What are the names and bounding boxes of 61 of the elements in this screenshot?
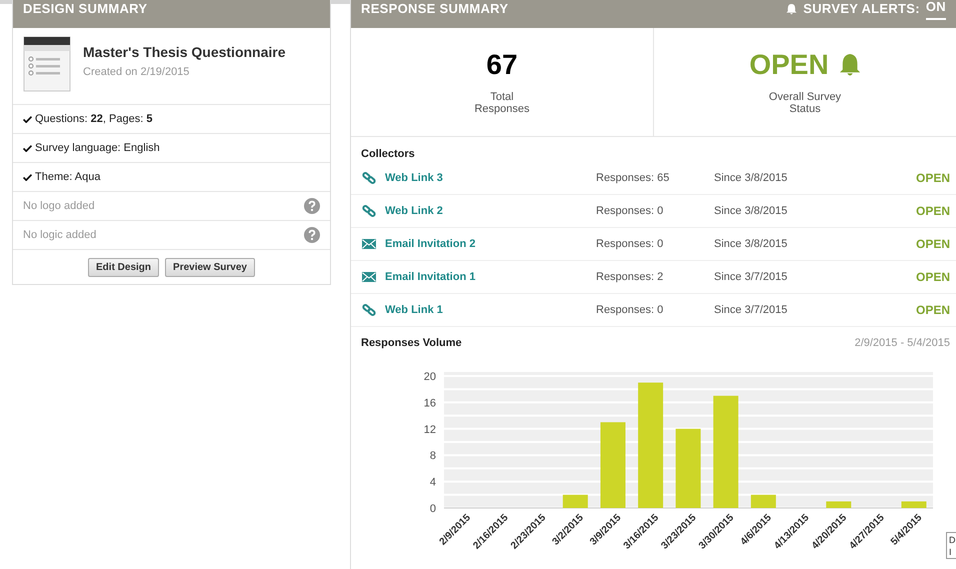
design-item-text: No logic added (23, 229, 96, 241)
axis-tick-label: 8 (430, 450, 436, 462)
tooltip-text: I (949, 546, 953, 558)
checkmark-icon (23, 174, 32, 180)
stat-label: Overall Survey Status (768, 91, 842, 115)
collector-status: OPEN (916, 270, 950, 284)
axis-tick-label: 12 (424, 424, 436, 436)
help-icon[interactable] (304, 198, 320, 214)
collector-responses: Responses: 0 (596, 238, 664, 250)
design-item-text: Questions: 22, Pages: 5 (35, 113, 152, 125)
survey-form-icon (23, 36, 71, 92)
collector-date: Since 3/7/2015 (714, 271, 788, 283)
collector-link[interactable]: Web Link 2 (385, 205, 443, 217)
design-item-text: No logo added (23, 200, 95, 212)
chain-link-icon (362, 171, 376, 185)
tooltip-text: D (949, 534, 956, 546)
chain-link-icon (362, 303, 376, 317)
panel-title: DESIGN SUMMARY (23, 0, 148, 18)
collector-responses: Responses: 2 (596, 271, 664, 283)
design-button[interactable]: Edit Design (88, 258, 160, 277)
bell-icon (786, 3, 798, 15)
survey-status: OPEN (749, 49, 829, 81)
axis-tick-label: 0 (430, 503, 436, 515)
envelope-icon (362, 272, 376, 282)
collector-date: Since 3/8/2015 (714, 205, 788, 217)
collector-responses: Responses: 65 (596, 172, 670, 184)
section-title: Responses Volume (361, 337, 462, 349)
collector-date: Since 3/7/2015 (714, 304, 788, 316)
alerts-toggle-link[interactable]: ON (926, 0, 946, 20)
collector-link[interactable]: Email Invitation 2 (385, 238, 476, 250)
created-date: Created on 2/19/2015 (83, 66, 190, 78)
checkmark-icon (23, 116, 32, 122)
design-item-text: Survey language: English (35, 142, 160, 154)
chain-link-icon (362, 204, 376, 218)
survey-title: Master's Thesis Questionnaire (83, 44, 286, 60)
collector-link[interactable]: Web Link 3 (385, 172, 443, 184)
collector-status: OPEN (916, 204, 950, 218)
collector-link[interactable]: Web Link 1 (385, 304, 443, 316)
collector-responses: Responses: 0 (596, 205, 664, 217)
design-button[interactable]: Preview Survey (165, 258, 255, 277)
collector-link[interactable]: Email Invitation 1 (385, 271, 476, 283)
collector-date: Since 3/8/2015 (714, 238, 788, 250)
axis-tick-label: 4 (430, 476, 436, 489)
collector-responses: Responses: 0 (596, 304, 664, 316)
envelope-icon (362, 239, 376, 249)
axis-tick-label: 20 (424, 371, 436, 383)
total-responses-count: 67 (486, 48, 518, 82)
alerts-label: SURVEY ALERTS: (803, 0, 920, 18)
collector-status: OPEN (916, 237, 950, 251)
collector-date: Since 3/8/2015 (714, 172, 788, 184)
design-item-text: Theme: Aqua (35, 171, 100, 183)
panel-title: RESPONSE SUMMARY (361, 0, 508, 18)
bell-icon (838, 53, 861, 77)
section-title: Collectors (360, 147, 416, 162)
date-range: 2/9/2015 - 5/4/2015 (854, 337, 950, 349)
checkmark-icon (23, 144, 32, 152)
help-icon[interactable] (304, 227, 320, 243)
axis-tick-label: 16 (424, 397, 436, 410)
collector-status: OPEN (916, 171, 950, 185)
stat-label: Total Responses (473, 91, 531, 115)
collector-status: OPEN (916, 303, 950, 317)
